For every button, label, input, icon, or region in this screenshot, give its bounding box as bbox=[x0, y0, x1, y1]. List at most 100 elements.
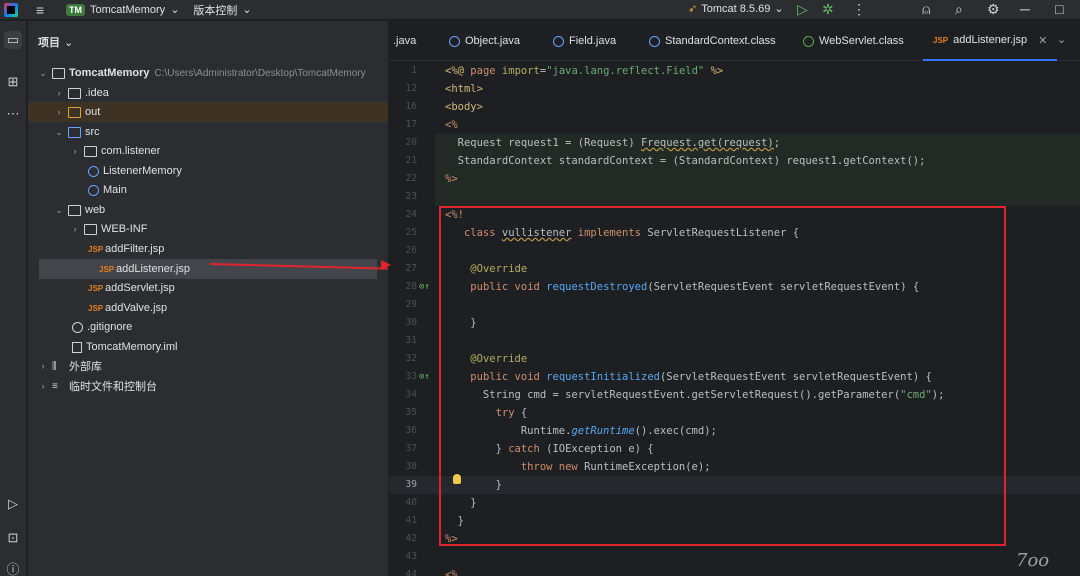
editor-tabs: .java Object.java Field.java StandardCon… bbox=[389, 21, 1080, 61]
search-icon[interactable]: ⌕ bbox=[955, 1, 963, 18]
tab-addlistener-jsp[interactable]: JSP addListener.jsp ✕ bbox=[923, 21, 1058, 61]
tab-field-java[interactable]: Field.java bbox=[553, 21, 616, 61]
close-icon[interactable]: ✕ bbox=[1038, 34, 1047, 47]
project-panel-header[interactable]: 项目 ⌄ bbox=[28, 21, 388, 63]
chevron-down-icon: ⌄ bbox=[64, 36, 74, 49]
package-icon bbox=[84, 145, 97, 157]
class-icon bbox=[553, 35, 564, 47]
tab-label: WebServlet.class bbox=[819, 35, 904, 47]
main-menu-icon[interactable]: ≡ bbox=[36, 2, 50, 18]
lightbulb-icon[interactable] bbox=[453, 474, 461, 484]
tree-item-label: Main bbox=[103, 184, 127, 196]
project-tool-icon[interactable]: ▭ bbox=[4, 31, 22, 49]
debug-icon[interactable]: ✲ bbox=[822, 1, 834, 18]
tree-item-label: .idea bbox=[85, 87, 109, 99]
tree-item-scratches[interactable]: › ≡ 临时文件和控制台 bbox=[28, 376, 388, 396]
tree-item-idea[interactable]: › .idea bbox=[28, 83, 388, 103]
chevron-right-icon: › bbox=[41, 361, 45, 371]
tree-item-src[interactable]: ⌄ src bbox=[28, 122, 388, 142]
chevron-right-icon: › bbox=[57, 88, 61, 98]
class-icon bbox=[649, 35, 660, 47]
add-user-icon[interactable]: ⍝ bbox=[922, 1, 930, 18]
tree-item-label: 临时文件和控制台 bbox=[69, 381, 157, 393]
override-gutter-icon[interactable]: ⊙↑ bbox=[419, 368, 430, 386]
tree-root-label: TomcatMemory bbox=[69, 67, 150, 79]
folder-icon bbox=[68, 204, 81, 216]
annotation-highlight-box bbox=[439, 206, 1006, 546]
tree-item-label: addListener.jsp bbox=[116, 263, 190, 275]
tree-item-web[interactable]: ⌄ web bbox=[28, 200, 388, 220]
tab-object-java[interactable]: Object.java bbox=[449, 21, 520, 61]
tree-item-addfilter[interactable]: JSP addFilter.jsp bbox=[28, 239, 388, 259]
tree-item-label: addFilter.jsp bbox=[105, 243, 165, 255]
chevron-down-icon: ⌄ bbox=[774, 3, 784, 15]
tab-label: StandardContext.class bbox=[665, 35, 776, 47]
library-icon: ⫼ bbox=[52, 360, 57, 372]
tree-item-iml[interactable]: TomcatMemory.iml bbox=[28, 337, 388, 357]
minimize-icon[interactable]: ─ bbox=[1020, 1, 1030, 17]
tree-item-com-listener[interactable]: › com.listener bbox=[28, 141, 388, 161]
tool-strip: ▭ ⊞ ⋯ ▷ ⊡ ⓘ bbox=[0, 21, 27, 576]
jsp-file-icon: JSP bbox=[933, 35, 949, 45]
structure-tool-icon[interactable]: ⊞ bbox=[4, 73, 22, 91]
tree-item-listenermemory[interactable]: ListenerMemory bbox=[28, 161, 388, 181]
tree-item-addservlet[interactable]: JSP addServlet.jsp bbox=[28, 278, 388, 298]
jsp-file-icon: JSP bbox=[88, 283, 104, 293]
project-switcher[interactable]: TM TomcatMemory ⌄ bbox=[66, 3, 179, 16]
tree-item-label: out bbox=[85, 106, 101, 118]
run-config-selector[interactable]: ➶ Tomcat 8.5.69 ⌄ bbox=[688, 2, 784, 16]
code-line: 21 StandardContext standardContext = (St… bbox=[405, 155, 926, 167]
tree-root[interactable]: ⌄ TomcatMemory C:\Users\Administrator\De… bbox=[28, 63, 388, 83]
more-tools-icon[interactable]: ⋯ bbox=[4, 105, 22, 123]
tree-item-gitignore[interactable]: .gitignore bbox=[28, 317, 388, 337]
tab-label: addListener.jsp bbox=[953, 34, 1028, 46]
tree-item-label: src bbox=[85, 126, 100, 138]
folder-icon bbox=[68, 106, 81, 118]
tree-item-addvalve[interactable]: JSP addValve.jsp bbox=[28, 298, 388, 318]
project-badge: TM bbox=[66, 3, 85, 16]
run-config-label: Tomcat 8.5.69 bbox=[701, 2, 771, 15]
code-line: 22 %> bbox=[405, 173, 458, 185]
problems-tool-icon[interactable]: ⓘ bbox=[4, 561, 22, 576]
jsp-file-icon: JSP bbox=[99, 264, 115, 274]
vcs-menu[interactable]: 版本控制 ⌄ bbox=[193, 2, 251, 18]
more-icon[interactable]: ⋮ bbox=[852, 1, 866, 18]
tree-item-addlistener[interactable]: JSP addListener.jsp bbox=[39, 259, 377, 279]
gear-icon[interactable]: ⚙ bbox=[987, 1, 1000, 18]
tree-item-label: ListenerMemory bbox=[103, 165, 182, 177]
tree-item-main[interactable]: Main bbox=[28, 180, 388, 200]
tree-item-external-libs[interactable]: › ⫼ 外部库 bbox=[28, 356, 388, 376]
title-bar: ≡ TM TomcatMemory ⌄ 版本控制 ⌄ ➶ Tomcat 8.5.… bbox=[0, 0, 1080, 20]
tree-item-out[interactable]: › out bbox=[28, 102, 388, 122]
annotation-arrow-head bbox=[381, 260, 391, 270]
tomcat-icon: ➶ bbox=[688, 3, 698, 15]
runnable-class-icon bbox=[88, 184, 99, 196]
code-line: 16 <body> bbox=[405, 101, 483, 113]
terminal-tool-icon[interactable]: ⊡ bbox=[4, 529, 22, 547]
code-line: 12 <html> bbox=[405, 83, 483, 95]
chevron-down-icon: ⌄ bbox=[39, 67, 47, 78]
tree-item-label: TomcatMemory.iml bbox=[86, 341, 178, 353]
project-panel: 项目 ⌄ ⌄ TomcatMemory C:\Users\Administrat… bbox=[28, 21, 388, 576]
folder-icon bbox=[68, 87, 81, 99]
watermark: 7oo bbox=[1016, 550, 1050, 571]
override-gutter-icon[interactable]: ⊙↑ bbox=[419, 278, 430, 296]
app-logo-icon bbox=[4, 2, 18, 17]
source-folder-icon bbox=[68, 126, 81, 138]
jsp-file-icon: JSP bbox=[88, 303, 104, 313]
code-line: 23 bbox=[405, 191, 417, 202]
tab-standardcontext-class[interactable]: StandardContext.class bbox=[649, 21, 776, 61]
tab-label: Field.java bbox=[569, 35, 617, 47]
tab-webservlet-class[interactable]: WebServlet.class bbox=[803, 21, 904, 61]
tab-java[interactable]: .java bbox=[393, 21, 416, 61]
tabs-dropdown-icon[interactable]: ⌄ bbox=[1057, 33, 1066, 46]
tree-item-label: com.listener bbox=[101, 145, 161, 157]
maximize-icon[interactable]: □ bbox=[1055, 1, 1063, 17]
vcs-label: 版本控制 bbox=[193, 4, 238, 17]
tree-item-web-inf[interactable]: › WEB-INF bbox=[28, 219, 388, 239]
project-name: TomcatMemory bbox=[90, 3, 166, 16]
jsp-file-icon: JSP bbox=[88, 244, 104, 254]
services-tool-icon[interactable]: ▷ bbox=[4, 495, 22, 513]
run-icon[interactable]: ▷ bbox=[797, 1, 808, 18]
scratches-icon: ≡ bbox=[52, 380, 58, 392]
